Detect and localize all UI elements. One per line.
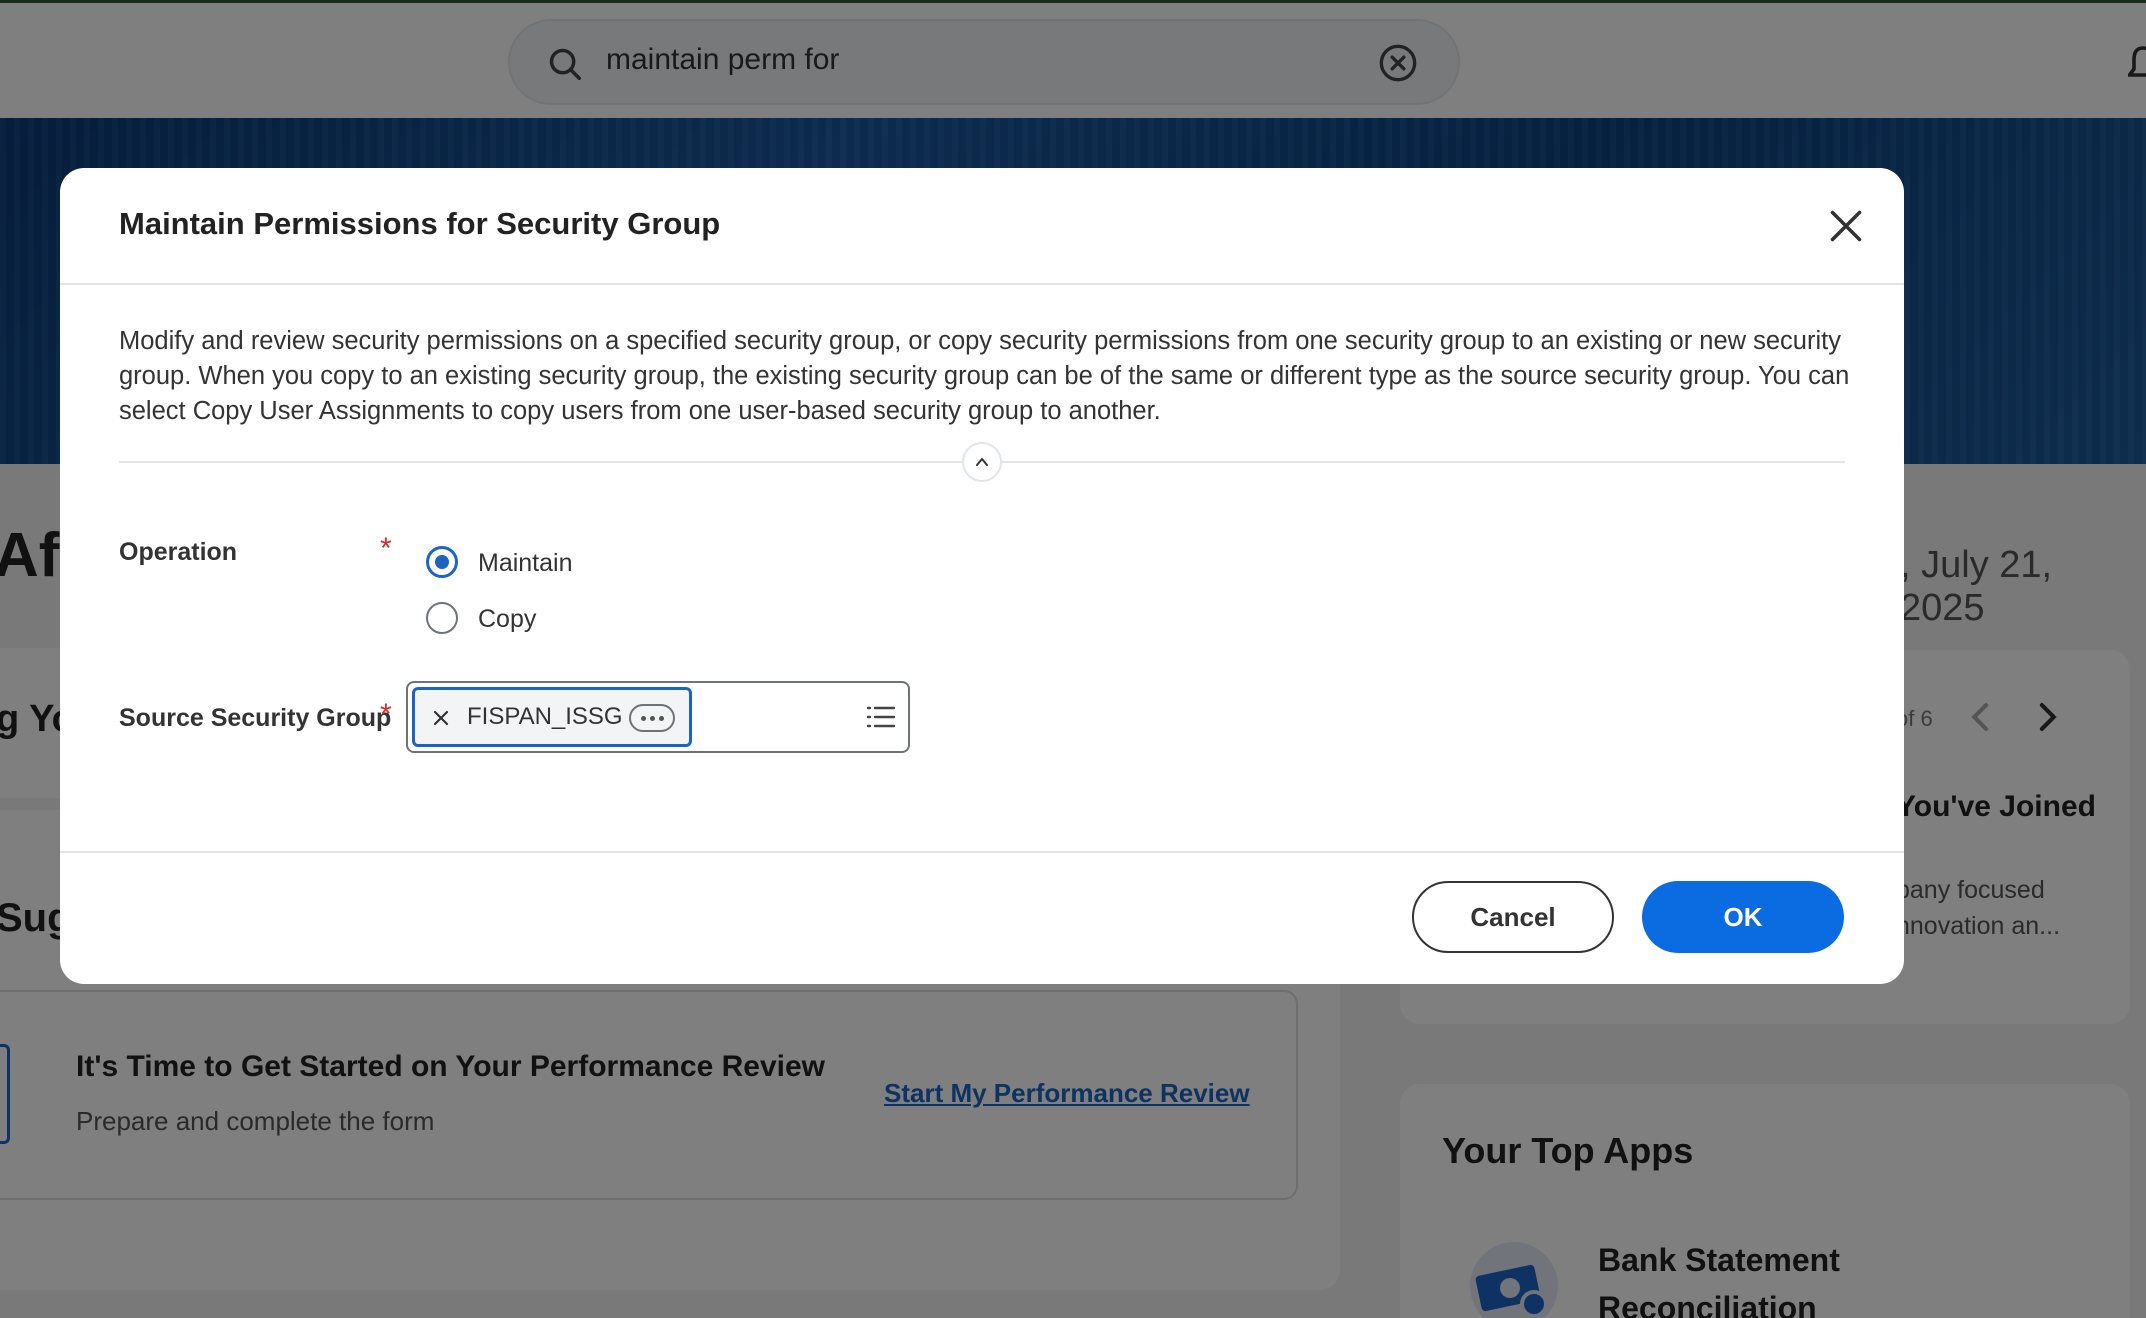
footer-divider <box>60 851 1904 853</box>
required-indicator: * <box>380 532 392 565</box>
dot-icon <box>659 716 664 721</box>
description-line: Modify and review security permissions o… <box>119 327 1841 355</box>
selected-group-value: FISPAN_ISSG <box>467 703 623 730</box>
radio-maintain[interactable] <box>426 546 458 578</box>
dot-icon <box>650 716 655 721</box>
operation-label: Operation <box>119 538 238 566</box>
maintain-permissions-dialog: Maintain Permissions for Security Group … <box>60 168 1904 984</box>
source-security-group-field[interactable]: FISPAN_ISSG <box>406 681 910 753</box>
description-line: group. When you copy to an existing secu… <box>119 362 1850 390</box>
collapse-description-button[interactable] <box>962 442 1002 482</box>
dialog-title: Maintain Permissions for Security Group <box>119 206 721 241</box>
ok-button[interactable]: OK <box>1642 881 1844 953</box>
radio-maintain-label[interactable]: Maintain <box>478 549 573 578</box>
dot-icon <box>641 716 646 721</box>
close-icon[interactable] <box>1828 208 1864 244</box>
cancel-button[interactable]: Cancel <box>1412 881 1614 953</box>
related-actions-button[interactable] <box>629 704 675 732</box>
description-line: select Copy User Assignments to copy use… <box>119 397 1161 425</box>
source-security-group-label: Source Security Group <box>119 704 392 732</box>
radio-copy[interactable] <box>426 602 458 634</box>
radio-copy-label[interactable]: Copy <box>478 605 536 634</box>
header-divider <box>60 283 1904 285</box>
list-prompt-icon[interactable] <box>866 703 896 731</box>
selected-group-pill[interactable]: FISPAN_ISSG <box>412 687 692 747</box>
dialog-description: Modify and review security permissions o… <box>119 324 1859 429</box>
required-indicator: * <box>380 698 392 731</box>
chevron-up-icon <box>976 457 988 466</box>
remove-selection-icon[interactable] <box>431 708 451 728</box>
